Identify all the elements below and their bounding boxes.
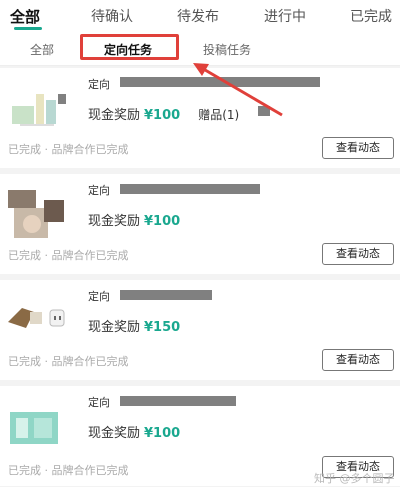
task-thumbnail (6, 292, 68, 350)
status-tab-bar: 全部 待确认 待发布 进行中 已完成 (0, 0, 400, 34)
sub-tab-submission-tasks[interactable]: 投稿任务 (203, 41, 251, 58)
product-image-icon (12, 94, 56, 126)
watermark: 知乎 @多个圆子 (314, 472, 395, 485)
reward-label: 现金奖励 (88, 426, 141, 441)
task-type-label: 定向 (88, 78, 110, 91)
status-tab-pending-confirm[interactable]: 待确认 (91, 6, 133, 26)
redacted-title (120, 184, 260, 194)
task-thumbnail (6, 80, 68, 138)
task-type-label: 定向 (88, 290, 110, 303)
redacted-mark (258, 106, 270, 116)
reward-amount: ¥150 (144, 320, 181, 335)
view-dynamics-button[interactable]: 查看动态 (322, 137, 394, 159)
reward-amount: ¥100 (144, 214, 181, 229)
task-card[interactable]: 定向 现金奖励 ¥100 已完成 · 品牌合作已完成 查看动态 (0, 174, 400, 274)
task-status: 已完成 · 品牌合作已完成 (8, 249, 129, 262)
product-image-icon (8, 308, 65, 328)
task-card[interactable]: 定向 现金奖励 ¥150 已完成 · 品牌合作已完成 查看动态 (0, 280, 400, 380)
task-type-label: 定向 (88, 184, 110, 197)
task-thumbnail (6, 186, 68, 244)
view-dynamics-button[interactable]: 查看动态 (322, 349, 394, 371)
reward-label: 现金奖励 (88, 320, 141, 335)
view-dynamics-button[interactable]: 查看动态 (322, 243, 394, 265)
reward-amount: ¥100 (144, 426, 181, 441)
redacted-mark (58, 94, 66, 104)
gift-label: 赠品(1) (198, 108, 240, 122)
reward-label: 现金奖励 (88, 108, 141, 123)
status-tab-all[interactable]: 全部 (10, 6, 40, 27)
status-tab-completed[interactable]: 已完成 (350, 6, 392, 26)
sub-tab-all[interactable]: 全部 (30, 41, 54, 58)
reward-amount: ¥100 (144, 108, 181, 123)
task-status: 已完成 · 品牌合作已完成 (8, 143, 129, 156)
active-tab-indicator (14, 27, 42, 30)
task-status: 已完成 · 品牌合作已完成 (8, 464, 129, 477)
task-thumbnail (6, 398, 68, 456)
status-tab-in-progress[interactable]: 进行中 (264, 6, 306, 26)
product-image-icon (8, 190, 64, 238)
product-image-icon (10, 412, 58, 444)
sub-tab-bar: 全部 定向任务 投稿任务 (0, 34, 400, 66)
status-tab-pending-publish[interactable]: 待发布 (177, 6, 219, 26)
annotation-highlight-box (80, 34, 179, 60)
task-status: 已完成 · 品牌合作已完成 (8, 355, 129, 368)
redacted-title (120, 290, 212, 300)
redacted-title (120, 396, 236, 406)
task-type-label: 定向 (88, 396, 110, 409)
reward-label: 现金奖励 (88, 214, 141, 229)
redacted-title (120, 77, 320, 87)
task-card[interactable]: 定向 现金奖励 ¥100 赠品(1) 已完成 · 品牌合作已完成 查看动态 (0, 68, 400, 168)
